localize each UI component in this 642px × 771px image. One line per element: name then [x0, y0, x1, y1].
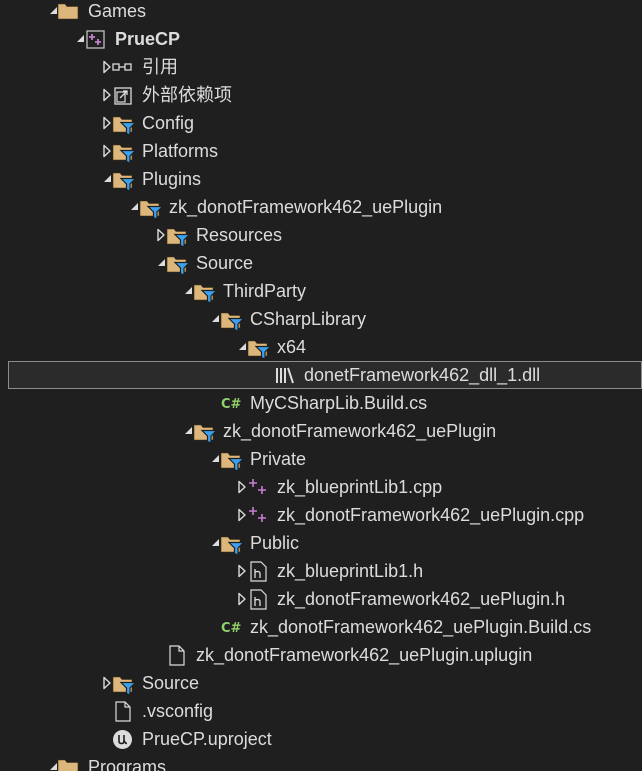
tree-item-label: 引用: [142, 57, 178, 77]
tree-item-label: zk_donotFramework462_uePlugin: [169, 197, 443, 217]
csharp-file-icon: C#: [219, 389, 245, 417]
tree-node[interactable]: 外部依赖项: [0, 81, 642, 109]
tree-node[interactable]: zk_donotFramework462_uePlugin.h: [0, 585, 642, 613]
tree-item[interactable]: donetFramework462_dll_1.dll: [8, 361, 642, 389]
filter-folder-icon: [192, 277, 218, 305]
cpp-project-icon: [84, 25, 110, 53]
filter-folder-icon: [111, 137, 137, 165]
tree-node[interactable]: PrueCP: [0, 25, 642, 53]
tree-item-label: Resources: [196, 225, 283, 245]
library-icon: [273, 361, 299, 389]
tree-item-label: Config: [142, 113, 195, 133]
tree-node[interactable]: zk_blueprintLib1.cpp: [0, 473, 642, 501]
tree-item-label: Public: [250, 533, 300, 553]
tree-item-label: donetFramework462_dll_1.dll: [304, 365, 541, 385]
tree-item[interactable]: C# MyCSharpLib.Build.cs: [0, 389, 642, 417]
tree-item-label: Platforms: [142, 141, 219, 161]
svg-text:C#: C#: [221, 621, 242, 636]
tree-item[interactable]: .vsconfig: [0, 697, 642, 725]
filter-folder-icon: [246, 333, 272, 361]
tree-item[interactable]: C# zk_donotFramework462_uePlugin.Build.cs: [0, 613, 642, 641]
tree-node[interactable]: Platforms: [0, 137, 642, 165]
tree-node[interactable]: Plugins: [0, 165, 642, 193]
tree-node[interactable]: CSharpLibrary: [0, 305, 642, 333]
tree-item-label: zk_donotFramework462_uePlugin.cpp: [277, 505, 585, 525]
tree-item-label: MyCSharpLib.Build.cs: [250, 393, 428, 413]
file-icon: [165, 641, 191, 669]
folder-icon: [57, 0, 83, 25]
tree-item-label: zk_blueprintLib1.cpp: [277, 477, 443, 497]
tree-node[interactable]: 引用: [0, 53, 642, 81]
tree-item[interactable]: PrueCP.uproject: [0, 725, 642, 753]
filter-folder-icon: [219, 529, 245, 557]
tree-item-label: Games: [88, 1, 147, 21]
cpp-file-icon: [246, 473, 272, 501]
tree-node[interactable]: Source: [0, 669, 642, 697]
tree-item-label: Source: [196, 253, 254, 273]
tree-item-label: x64: [277, 337, 307, 357]
filter-folder-icon: [165, 221, 191, 249]
filter-folder-icon: [219, 445, 245, 473]
filter-folder-icon: [165, 249, 191, 277]
tree-item[interactable]: zk_donotFramework462_uePlugin.uplugin: [0, 641, 642, 669]
filter-folder-icon: [111, 165, 137, 193]
cpp-file-icon: [246, 501, 272, 529]
tree-node[interactable]: ThirdParty: [0, 277, 642, 305]
tree-node[interactable]: zk_donotFramework462_uePlugin: [0, 417, 642, 445]
tree-node[interactable]: zk_blueprintLib1.h: [0, 557, 642, 585]
tree-item-label: Private: [250, 449, 307, 469]
tree-node[interactable]: zk_donotFramework462_uePlugin.cpp: [0, 501, 642, 529]
filter-folder-icon: [111, 109, 137, 137]
tree-item-label: .vsconfig: [142, 701, 214, 721]
tree-item-label: zk_donotFramework462_uePlugin.Build.cs: [250, 617, 592, 637]
folder-icon: [57, 753, 83, 771]
csharp-file-icon: C#: [219, 613, 245, 641]
header-file-icon: [246, 585, 272, 613]
tree-node[interactable]: Config: [0, 109, 642, 137]
tree-item-label: ThirdParty: [223, 281, 307, 301]
tree-node[interactable]: Source: [0, 249, 642, 277]
tree-item-label: zk_donotFramework462_uePlugin.h: [277, 589, 566, 609]
tree-item-label: zk_donotFramework462_uePlugin: [223, 421, 497, 441]
unreal-project-icon: [111, 725, 137, 753]
header-file-icon: [246, 557, 272, 585]
filter-folder-icon: [219, 305, 245, 333]
tree-node[interactable]: x64: [0, 333, 642, 361]
tree-item-label: Programs: [88, 757, 167, 771]
tree-item-label: CSharpLibrary: [250, 309, 367, 329]
filter-folder-icon: [111, 669, 137, 697]
tree-node[interactable]: zk_donotFramework462_uePlugin: [0, 193, 642, 221]
tree-item-label: Source: [142, 673, 200, 693]
tree-node[interactable]: Games: [0, 0, 642, 25]
tree-item-label: zk_donotFramework462_uePlugin.uplugin: [196, 645, 533, 665]
solution-explorer-tree: Games PrueCP 引用外部依赖项 Config Platforms Plugins…: [0, 0, 642, 771]
tree-item-label: PrueCP.uproject: [142, 729, 272, 749]
svg-text:C#: C#: [221, 397, 242, 412]
filter-folder-icon: [192, 417, 218, 445]
tree-node[interactable]: Resources: [0, 221, 642, 249]
tree-node[interactable]: Private: [0, 445, 642, 473]
filter-folder-icon: [138, 193, 164, 221]
tree-item-label: Plugins: [142, 169, 202, 189]
tree-item-label: zk_blueprintLib1.h: [277, 561, 424, 581]
tree-node[interactable]: Public: [0, 529, 642, 557]
references-icon: [111, 53, 137, 81]
file-icon: [111, 697, 137, 725]
external-dependencies-icon: [111, 81, 137, 109]
tree-item-label: 外部依赖项: [142, 85, 232, 105]
tree-item-label: PrueCP: [115, 29, 181, 49]
tree-node[interactable]: Programs: [0, 753, 642, 771]
